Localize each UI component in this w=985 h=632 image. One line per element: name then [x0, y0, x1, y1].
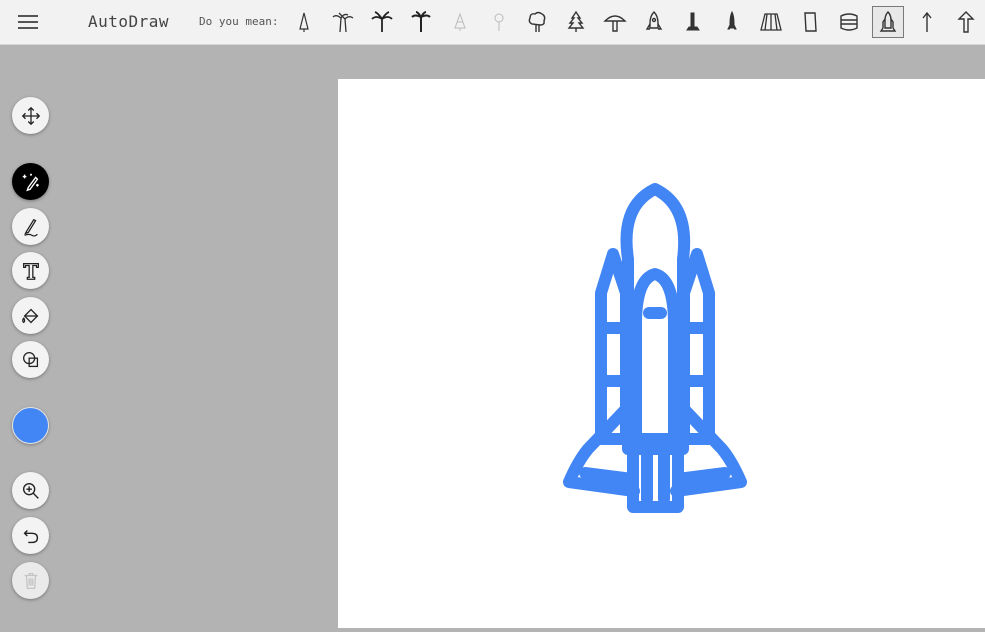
zoom-tool[interactable]	[12, 472, 49, 509]
fill-tool[interactable]	[12, 297, 49, 334]
trash-icon	[24, 572, 37, 589]
faint-tree-icon	[454, 12, 466, 31]
pencil-icon	[23, 218, 38, 237]
type-tool[interactable]	[12, 252, 49, 289]
move-icon	[21, 106, 40, 125]
suggestion-arrow-up-outline[interactable]	[950, 6, 982, 38]
suggestion-skirt[interactable]	[755, 6, 787, 38]
palm-tree-icon	[371, 11, 393, 32]
undo-button[interactable]	[12, 517, 49, 554]
suggestion-slim-rocket[interactable]	[716, 6, 748, 38]
paint-bucket-icon	[21, 308, 38, 323]
suggestion-palm-tree-2[interactable]	[405, 6, 437, 38]
pine-tree-icon	[567, 10, 585, 32]
palm-tree-2-icon	[411, 11, 431, 32]
skirt-icon	[760, 13, 782, 31]
shapes-icon	[22, 351, 38, 367]
top-bar: AutoDraw Do you mean:	[0, 0, 985, 45]
move-tool[interactable]	[12, 97, 49, 134]
suggestion-rocket[interactable]	[638, 6, 670, 38]
draw-tool[interactable]	[12, 208, 49, 245]
arrow-up-outline-icon	[957, 11, 975, 33]
zoom-in-icon	[22, 482, 39, 499]
suggestion-launch-tower[interactable]	[677, 6, 709, 38]
rocket-icon	[645, 11, 663, 30]
menu-icon[interactable]	[18, 11, 42, 33]
drawing-canvas[interactable]	[338, 79, 985, 628]
app-title: AutoDraw	[88, 12, 170, 31]
suggestion-pine-cone[interactable]	[288, 6, 320, 38]
stack-icon	[840, 13, 858, 31]
space-shuttle-icon	[879, 11, 897, 32]
suggestion-palm-trees[interactable]	[327, 6, 359, 38]
suggestion-faint-lollipop[interactable]	[483, 6, 515, 38]
suggestions-label: Do you mean:	[199, 15, 279, 28]
pine-cone-icon	[299, 12, 309, 32]
suggestion-stack[interactable]	[833, 6, 865, 38]
autodraw-tool[interactable]	[12, 163, 49, 200]
suggestion-round-tree[interactable]	[521, 6, 553, 38]
delete-button[interactable]	[12, 562, 49, 599]
suggestion-faint-tree[interactable]	[444, 6, 476, 38]
round-tree-icon	[528, 11, 546, 32]
text-icon	[22, 262, 39, 280]
suggestion-pine-tree[interactable]	[560, 6, 592, 38]
suggestion-space-shuttle[interactable]	[872, 6, 904, 38]
suggestion-palm-tree[interactable]	[366, 6, 398, 38]
undo-icon	[23, 529, 38, 543]
autodraw-icon	[22, 173, 39, 191]
suggestion-pants[interactable]	[794, 6, 826, 38]
faint-lollipop-icon	[494, 13, 504, 31]
launch-tower-icon	[686, 12, 700, 31]
arrow-up-icon	[922, 11, 932, 32]
slim-rocket-icon	[727, 10, 737, 30]
mushroom-icon	[603, 15, 627, 32]
palm-trees-icon	[332, 12, 354, 33]
shape-tool[interactable]	[12, 341, 49, 378]
suggestion-arrow-up[interactable]	[911, 6, 943, 38]
space-shuttle-drawing[interactable]	[338, 79, 985, 628]
pants-icon	[804, 12, 817, 32]
color-picker[interactable]	[12, 407, 49, 444]
suggestion-mushroom[interactable]	[599, 6, 631, 38]
